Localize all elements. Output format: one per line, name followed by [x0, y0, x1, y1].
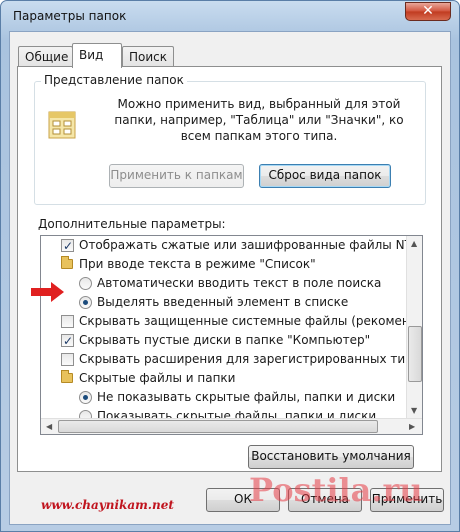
folder-icon	[61, 370, 73, 383]
list-item-label: При вводе текста в режиме "Список"	[79, 257, 316, 271]
scroll-down-icon[interactable]: ▼	[411, 406, 417, 415]
folder-icon	[61, 256, 73, 269]
red-arrow-icon	[31, 282, 64, 302]
horizontal-scroll-thumb[interactable]	[58, 420, 378, 433]
list-item-label: Скрывать пустые диски в папке "Компьютер…	[79, 333, 371, 347]
scroll-left-icon[interactable]: ◀	[46, 422, 52, 431]
horizontal-scrollbar[interactable]: ◀ ▶	[41, 418, 422, 434]
reset-folders-button[interactable]: Сброс вида папок	[259, 164, 391, 188]
tab-view[interactable]: Вид	[72, 43, 122, 68]
folder-view-description: Можно применить вид, выбранный для этой …	[114, 97, 404, 143]
tab-general[interactable]: Общие	[18, 46, 73, 67]
list-item-label: Скрытые файлы и папки	[79, 371, 236, 385]
vertical-scroll-thumb[interactable]	[408, 326, 422, 382]
folder-options-icon	[48, 111, 76, 139]
title-bar: Параметры папок ✕	[1, 1, 459, 31]
list-item-label: Автоматически вводить текст в поле поиск…	[97, 276, 382, 290]
list-item-label: Отображать сжатые или зашифрованные файл…	[79, 238, 423, 252]
tab-search[interactable]: Поиск	[122, 46, 174, 67]
close-button[interactable]: ✕	[405, 2, 451, 21]
checkbox[interactable]: ✓	[61, 239, 74, 253]
advanced-settings-list[interactable]: ✓ Отображать сжатые или зашифрованные фа…	[40, 235, 423, 435]
site-watermark: www.chaynikam.net	[41, 498, 174, 512]
checkbox[interactable]	[61, 353, 74, 366]
radio-button[interactable]	[79, 277, 92, 290]
radio-button[interactable]	[79, 391, 92, 404]
checkbox[interactable]: ✓	[61, 334, 74, 348]
list-item-label: Скрывать расширения для зарегистрированн…	[79, 352, 422, 366]
radio-button[interactable]	[79, 296, 92, 309]
folder-view-group-title: Представление папок	[41, 73, 187, 87]
restore-defaults-button[interactable]: Восстановить умолчания	[248, 445, 414, 469]
advanced-settings-label: Дополнительные параметры:	[38, 217, 226, 231]
folder-options-window: Параметры папок ✕ Общие Вид Поиск Предст…	[0, 0, 460, 532]
scroll-up-icon[interactable]: ▲	[411, 239, 417, 248]
list-item-label: Не показывать скрытые файлы, папки и дис…	[97, 390, 396, 404]
list-item-label: Скрывать защищенные системные файлы (рек…	[79, 314, 423, 328]
dialog-body: Общие Вид Поиск Представление папок Можн…	[9, 31, 451, 525]
window-title: Параметры папок	[13, 9, 127, 23]
folder-view-group: Представление папок Можно применить вид,…	[34, 73, 426, 205]
view-tab-panel: Представление папок Можно применить вид,…	[17, 66, 442, 472]
scroll-right-icon[interactable]: ▶	[409, 422, 415, 431]
list-item-label: Выделять введенный элемент в списке	[97, 295, 349, 309]
checkbox[interactable]	[61, 315, 74, 328]
postila-logo: Postila.ru	[249, 471, 423, 509]
vertical-scrollbar[interactable]: ▲ ▼	[406, 236, 422, 419]
apply-to-folders-button[interactable]: Применить к папкам	[109, 164, 244, 188]
